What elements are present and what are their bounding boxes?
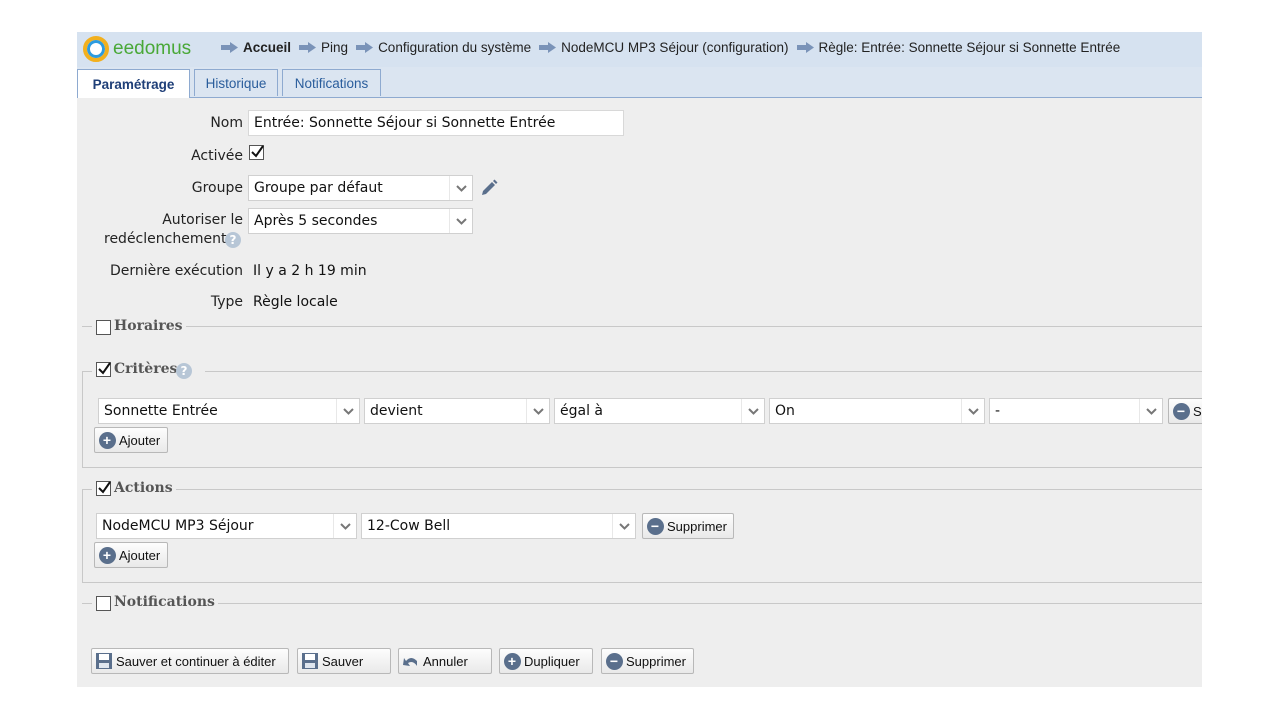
duplicate-button[interactable]: + Dupliquer: [499, 648, 593, 674]
nom-input[interactable]: Entrée: Sonnette Séjour si Sonnette Entr…: [248, 110, 624, 136]
floppy-disk-icon: [95, 652, 113, 670]
actions-device-value: NodeMCU MP3 Séjour: [102, 518, 254, 534]
derniere-execution-value: Il y a 2 h 19 min: [253, 263, 367, 279]
chevron-down-icon: [741, 399, 764, 423]
criteres-checkbox[interactable]: [96, 362, 111, 377]
criteres-device-select[interactable]: Sonnette Entrée: [98, 398, 360, 424]
breadcrumb: Accueil Ping Configuration du système No…: [221, 40, 1128, 55]
groupe-label: Groupe: [191, 180, 243, 196]
tabs-bar: Paramétrage Historique Notifications: [77, 67, 1202, 98]
checkmark-icon: [98, 481, 111, 494]
duplicate-icon: +: [503, 652, 521, 670]
horaires-checkbox[interactable]: [96, 320, 111, 335]
minus-circle-icon: −: [646, 517, 664, 535]
arrow-right-icon: [796, 42, 814, 53]
breadcrumb-item-rule[interactable]: Règle: Entrée: Sonnette Séjour si Sonnet…: [796, 40, 1120, 55]
actions-delete-button[interactable]: − Supprimer: [642, 513, 734, 539]
chevron-down-icon: [1139, 399, 1162, 423]
criteres-value-select[interactable]: On: [769, 398, 985, 424]
criteres-extra-select[interactable]: -: [989, 398, 1163, 424]
undo-icon: [402, 652, 420, 670]
save-button[interactable]: Sauver: [297, 648, 391, 674]
chevron-down-icon: [449, 176, 472, 200]
cancel-button[interactable]: Annuler: [398, 648, 492, 674]
app-window: eedomus Accueil Ping Configuration du sy…: [77, 32, 1202, 687]
criteres-comparator-value: égal à: [560, 403, 603, 419]
groupe-select[interactable]: Groupe par défaut: [248, 175, 473, 201]
horaires-divider: [82, 326, 1202, 327]
criteres-comparator-select[interactable]: égal à: [554, 398, 765, 424]
breadcrumb-item-accueil[interactable]: Accueil: [221, 40, 291, 55]
help-icon[interactable]: ?: [225, 232, 241, 248]
chevron-down-icon: [336, 399, 359, 423]
actions-checkbox[interactable]: [96, 481, 111, 496]
type-label: Type: [210, 294, 243, 310]
breadcrumb-item-device[interactable]: NodeMCU MP3 Séjour (configuration): [539, 40, 789, 55]
logo-text: eedomus: [113, 38, 192, 59]
arrow-right-icon: [221, 42, 238, 53]
floppy-disk-icon: [301, 652, 319, 670]
criteres-event-value: devient: [370, 403, 423, 419]
plus-circle-icon: +: [98, 546, 116, 564]
breadcrumb-item-configuration[interactable]: Configuration du système: [356, 40, 531, 55]
actions-add-button[interactable]: + Ajouter: [94, 542, 168, 568]
pencil-icon[interactable]: [479, 178, 499, 198]
arrow-right-icon: [299, 42, 317, 53]
criteres-extra-value: -: [995, 403, 1001, 419]
breadcrumb-item-ping[interactable]: Ping: [299, 40, 348, 55]
autoriser-label: Autoriser le: [162, 212, 243, 228]
checkmark-icon: [98, 362, 111, 375]
activee-checkbox[interactable]: [249, 145, 264, 160]
criteres-event-select[interactable]: devient: [364, 398, 550, 424]
chevron-down-icon: [449, 209, 472, 233]
tab-parametrage[interactable]: Paramétrage: [77, 69, 190, 98]
autoriser-select-value: Après 5 secondes: [254, 213, 378, 229]
chevron-down-icon: [526, 399, 549, 423]
criteres-add-button[interactable]: + Ajouter: [94, 427, 168, 453]
actions-action-select[interactable]: 12-Cow Bell: [361, 513, 636, 539]
redeclenchement-label: redéclenchement: [104, 231, 227, 247]
activee-label: Activée: [191, 148, 243, 164]
notifications-divider: [82, 603, 1202, 604]
save-continue-button[interactable]: Sauver et continuer à éditer: [91, 648, 289, 674]
delete-button[interactable]: − Supprimer: [601, 648, 694, 674]
chevron-down-icon: [333, 514, 356, 538]
chevron-down-icon: [612, 514, 635, 538]
plus-circle-icon: +: [98, 431, 116, 449]
arrow-right-icon: [356, 42, 374, 53]
criteres-device-value: Sonnette Entrée: [104, 403, 218, 419]
eedomus-logo[interactable]: eedomus: [83, 36, 191, 62]
nom-label: Nom: [210, 115, 243, 131]
derniere-execution-label: Dernière exécution: [109, 263, 243, 279]
tab-notifications[interactable]: Notifications: [282, 69, 381, 96]
arrow-right-icon: [539, 42, 557, 53]
logo-ring-icon: [83, 36, 109, 62]
chevron-down-icon: [961, 399, 984, 423]
groupe-select-value: Groupe par défaut: [254, 180, 383, 196]
minus-circle-icon: −: [605, 652, 623, 670]
tab-historique[interactable]: Historique: [194, 69, 278, 96]
autoriser-select[interactable]: Après 5 secondes: [248, 208, 473, 234]
actions-action-value: 12-Cow Bell: [367, 518, 451, 534]
criteres-delete-button[interactable]: − S: [1168, 398, 1202, 424]
notifications-checkbox[interactable]: [96, 596, 111, 611]
actions-device-select[interactable]: NodeMCU MP3 Séjour: [96, 513, 357, 539]
type-value: Règle locale: [253, 294, 338, 310]
minus-circle-icon: −: [1172, 402, 1190, 420]
checkmark-icon: [251, 145, 264, 158]
top-bar: eedomus Accueil Ping Configuration du sy…: [77, 32, 1202, 67]
criteres-help-icon[interactable]: ?: [176, 363, 192, 379]
criteres-value-value: On: [775, 403, 795, 419]
